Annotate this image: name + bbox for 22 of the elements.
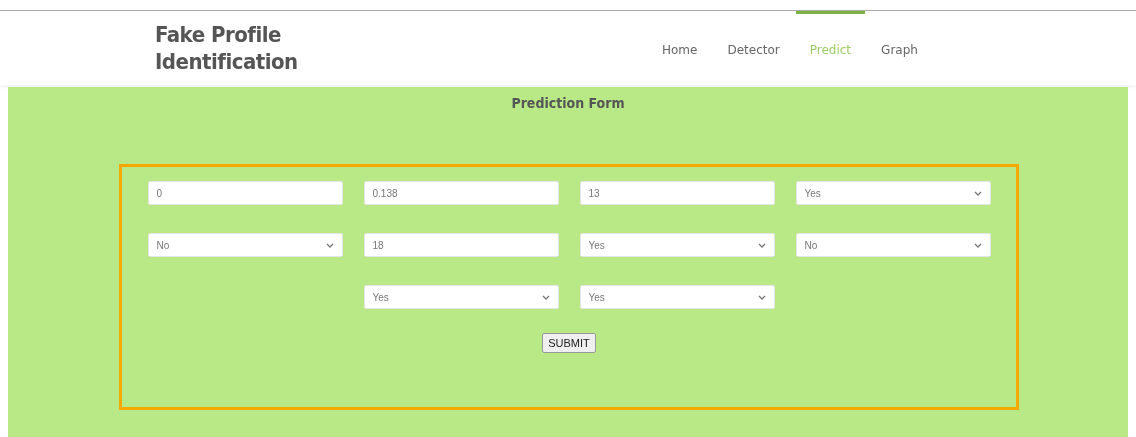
form-heading: Prediction Form (511, 95, 625, 111)
dropdown[interactable]: No (795, 233, 991, 257)
dropdown[interactable]: Yes (795, 181, 991, 205)
caret-icon (541, 294, 550, 300)
caret-icon (973, 190, 982, 196)
input-field[interactable]: 13 (579, 181, 775, 205)
dropdown[interactable]: Yes (579, 285, 775, 309)
dropdown[interactable]: No (147, 233, 343, 257)
caret-icon (757, 294, 766, 300)
caret-icon (973, 242, 982, 248)
caret-icon (325, 242, 334, 248)
nav-link[interactable]: Graph (879, 11, 920, 85)
input-field[interactable]: 0.138 (363, 181, 559, 205)
site-title: Fake Profile Identification (155, 21, 299, 75)
input-field[interactable]: 18 (363, 233, 559, 257)
dropdown[interactable]: Yes (363, 285, 559, 309)
caret-icon (757, 242, 766, 248)
nav-link[interactable]: Detector (725, 11, 782, 85)
nav-link[interactable]: Home (660, 11, 700, 85)
dropdown[interactable]: Yes (579, 233, 775, 257)
submit-button[interactable]: SUBMIT (542, 333, 596, 353)
input-field[interactable]: 0 (147, 181, 343, 205)
